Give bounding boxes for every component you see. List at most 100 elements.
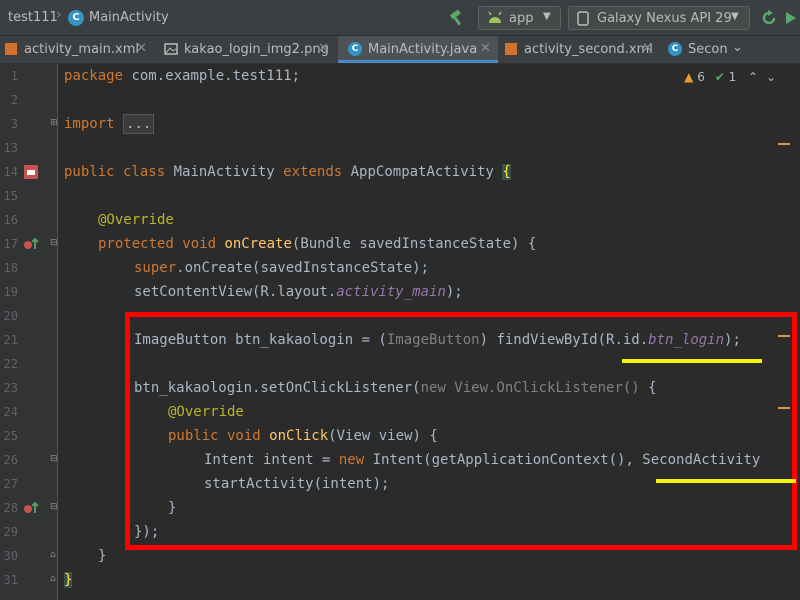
code-line-27: startActivity(intent); [204,476,390,492]
line-number: 18 [3,261,18,275]
tab-activity-second-xml[interactable]: activity_second.xml ✕ [500,36,662,63]
line-number: 16 [3,213,18,227]
close-icon[interactable]: ✕ [480,41,491,56]
device-label: Galaxy Nexus API 29 [597,11,732,26]
device-select[interactable]: Galaxy Nexus API 29 ▼ [568,6,750,30]
fold-collapse-icon[interactable]: ⊟ [50,238,58,248]
code-line-24: @Override [168,404,244,420]
close-icon[interactable]: ✕ [318,41,329,56]
breadcrumb-file[interactable]: MainActivity [89,10,169,25]
line-number: 30 [3,549,18,563]
java-class-icon: C [668,42,682,56]
tab-activity-main-xml[interactable]: activity_main.xml ✕ [0,36,158,63]
line-number: 24 [3,405,18,419]
scroll-warning-mark[interactable] [778,407,790,409]
line-number: 20 [3,309,18,323]
underline-mark [622,359,762,363]
line-number: 21 [3,333,18,347]
build-hammer-icon[interactable] [447,9,465,27]
line-number: 13 [3,141,18,155]
code-line-29: }); [134,524,160,540]
run-config-label: app [509,11,534,26]
chevron-down-icon: ▼ [543,11,551,22]
editor-tab-bar: activity_main.xml ✕ kakao_login_img2.png… [0,36,800,64]
line-number: 25 [3,429,18,443]
close-icon[interactable]: ✕ [136,41,147,56]
fold-collapse-icon[interactable]: ⊟ [50,502,58,512]
tab-second-activity[interactable]: C Secon [662,36,734,63]
check-icon: ✔ [714,70,725,84]
override-method-icon[interactable] [22,235,40,253]
line-number: 17 [3,237,18,251]
line-number: 22 [3,357,18,371]
code-editor[interactable]: ▲ 6 ✔ 1 ⌃ ⌄ package com.example.test111;… [58,64,800,600]
breadcrumb-separator-icon: › [56,7,62,23]
chevron-up-icon[interactable]: ⌃ [748,70,758,84]
check-count: 1 [728,70,737,84]
chevron-down-icon: ▼ [731,11,739,22]
tab-label: activity_second.xml [524,42,653,57]
line-number: 28 [3,501,18,515]
line-number: 23 [3,381,18,395]
tab-label: Secon [688,42,728,57]
run-config-select[interactable]: app ▼ [478,6,561,30]
inspection-widget[interactable]: ▲ 6 ✔ 1 ⌃ ⌄ [684,70,776,84]
code-line-14: public class MainActivity extends AppCom… [64,164,511,180]
line-number: 27 [3,477,18,491]
code-line-17: protected void onCreate(Bundle savedInst… [98,236,537,252]
code-line-16: @Override [98,212,174,228]
code-line-30: } [98,548,107,564]
navigation-bar: test111 › C MainActivity app ▼ Galaxy Ne… [0,0,800,36]
code-line-18: super.onCreate(savedInstanceState); [134,260,430,276]
breadcrumb-project[interactable]: test111 [8,10,58,25]
image-file-icon [164,43,178,55]
line-number: 26 [3,453,18,467]
line-number: 1 [10,69,18,83]
close-icon[interactable]: ✕ [642,41,653,56]
warning-icon: ▲ [684,70,694,84]
tab-label: activity_main.xml [24,42,140,57]
code-line-19: setContentView(R.layout.activity_main); [134,284,463,300]
phone-icon [577,11,589,26]
code-line-23: btn_kakaologin.setOnClickListener(new Vi… [134,380,657,396]
line-number: 14 [3,165,18,179]
underline-mark [656,479,796,483]
fold-end-icon[interactable]: ⌂ [50,574,56,584]
scroll-warning-mark[interactable] [778,143,790,145]
code-line-25: public void onClick(View view) { [168,428,438,444]
override-method-icon[interactable] [22,499,40,517]
layout-preview-icon[interactable] [22,163,40,181]
fold-collapse-icon[interactable]: ⊟ [50,454,58,464]
java-class-icon: C [348,42,362,56]
folded-imports[interactable]: ... [123,114,155,134]
code-line-1: package com.example.test111; [64,68,301,84]
code-line-21: ImageButton btn_kakaologin = (ImageButto… [134,332,741,348]
tab-label: MainActivity.java [368,42,478,57]
xml-file-icon [5,43,17,55]
tabs-dropdown-icon[interactable]: ⌄ [732,40,743,55]
xml-file-icon [505,43,517,55]
refresh-icon[interactable] [760,9,778,27]
warning-count: 6 [697,70,705,84]
line-number: 19 [3,285,18,299]
run-icon[interactable] [784,10,800,26]
line-number-gutter: 1 2 3 13 14 15 16 17 18 19 20 21 22 23 2… [0,64,58,600]
code-line-3: import ... [64,112,155,136]
scroll-warning-mark[interactable] [778,335,790,337]
line-number: 31 [3,573,18,587]
tab-mainactivity-java[interactable]: C MainActivity.java ✕ [338,36,498,63]
line-number: 2 [10,93,18,107]
code-line-31: } [64,572,73,588]
android-icon [488,11,502,23]
code-line-26: Intent intent = new Intent(getApplicatio… [204,452,761,468]
fold-end-icon[interactable]: ⌂ [50,550,56,560]
fold-expand-icon[interactable]: ⊞ [50,118,58,128]
tab-label: kakao_login_img2.png [184,42,329,57]
java-class-icon: C [68,10,84,26]
tab-kakao-login-img2-png[interactable]: kakao_login_img2.png ✕ [158,36,336,63]
line-number: 3 [10,117,18,131]
line-number: 29 [3,525,18,539]
code-line-28: } [168,500,177,516]
line-number: 15 [3,189,18,203]
chevron-down-icon[interactable]: ⌄ [766,70,776,84]
